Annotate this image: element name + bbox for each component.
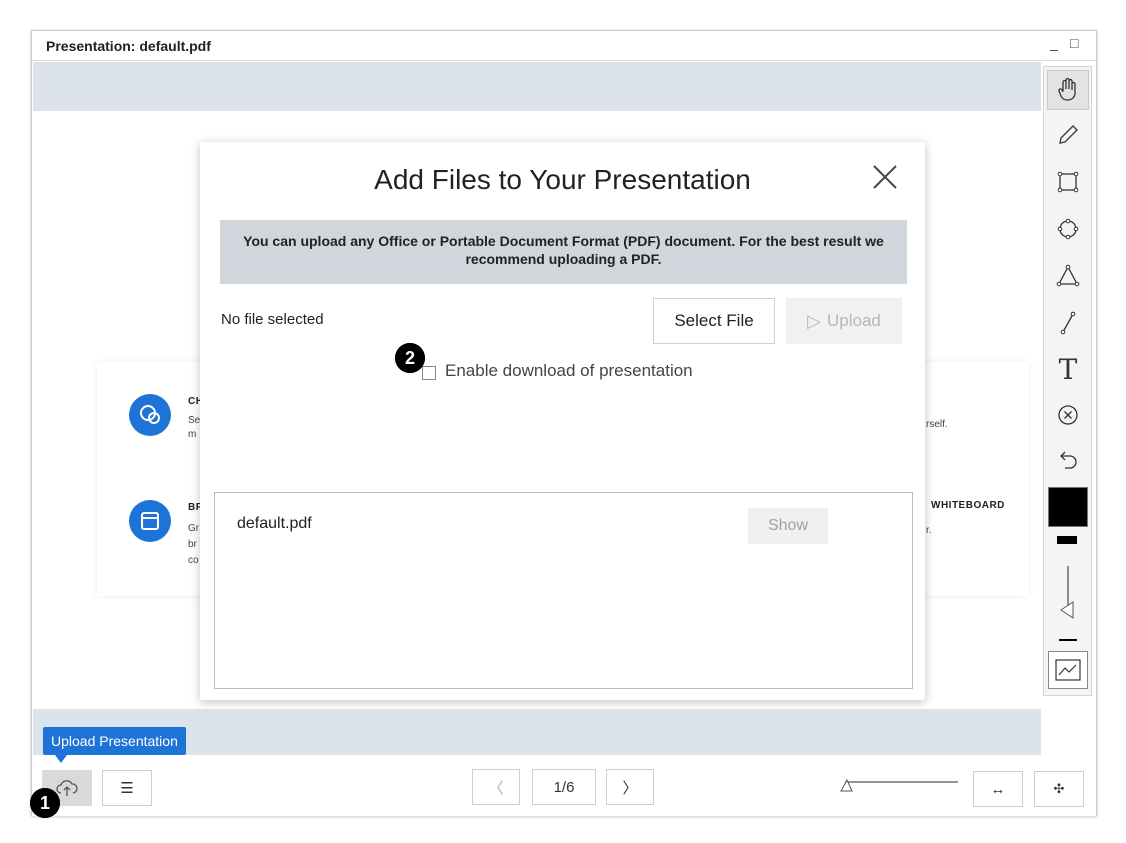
show-file-button[interactable]: Show: [748, 508, 828, 544]
feature-text: Se: [188, 415, 201, 426]
zoom-slider[interactable]: [837, 776, 961, 796]
multi-user-icon[interactable]: [1048, 651, 1088, 689]
fit-page-button[interactable]: ✣: [1034, 771, 1084, 807]
svg-text:2: 2: [405, 348, 415, 368]
select-file-button[interactable]: Select File: [653, 298, 775, 344]
next-slide-button[interactable]: 〉: [606, 769, 654, 805]
rectangle-icon[interactable]: [1047, 162, 1089, 202]
hand-icon[interactable]: [1047, 70, 1089, 110]
upload-button-label: Upload: [826, 311, 881, 330]
page-indicator[interactable]: 1/6: [532, 769, 596, 805]
step-marker-1: 1: [30, 788, 60, 818]
feature-text: m: [188, 429, 197, 440]
feature-text: rself.: [926, 419, 948, 430]
uploaded-file-list: default.pdf Show: [214, 492, 913, 689]
annotation-toolbar: T: [1043, 66, 1092, 696]
file-name: default.pdf: [237, 515, 312, 532]
upload-presentation-tooltip: Upload Presentation: [43, 727, 186, 755]
thickness-slider[interactable]: [1053, 562, 1083, 622]
modal-title: Add Files to Your Presentation: [374, 164, 751, 195]
window-titlebar: Presentation: default.pdf _ □: [32, 31, 1096, 61]
minimize-button[interactable]: _: [1050, 35, 1058, 51]
thickness-min-indicator: [1059, 639, 1077, 641]
window-title: Presentation: default.pdf: [46, 38, 211, 54]
upload-info-banner: You can upload any Office or Portable Do…: [220, 220, 907, 284]
upload-modal: Add Files to Your Presentation You can u…: [200, 142, 925, 700]
feature-text: co: [188, 555, 199, 566]
window-icon: [129, 500, 171, 542]
list-icon: ☰: [120, 780, 134, 797]
triangle-icon[interactable]: [1047, 256, 1089, 296]
send-icon: ▷: [807, 310, 821, 331]
text-icon[interactable]: T: [1047, 349, 1089, 389]
line-icon[interactable]: [1047, 303, 1089, 343]
clear-icon[interactable]: [1047, 395, 1089, 435]
upload-button[interactable]: ▷ Upload: [786, 298, 902, 344]
fit-width-button[interactable]: ↔: [973, 771, 1023, 807]
file-status-text: No file selected: [221, 311, 324, 328]
feature-text: Gr: [188, 523, 200, 534]
feature-title: WHITEBOARD: [931, 500, 1005, 511]
maximize-button[interactable]: □: [1070, 35, 1078, 51]
svg-text:1: 1: [40, 793, 50, 813]
close-icon[interactable]: [870, 156, 900, 201]
chat-icon: [129, 394, 171, 436]
feature-text: br: [188, 539, 197, 550]
ellipse-icon[interactable]: [1047, 209, 1089, 249]
tooltip-arrow: [55, 755, 67, 763]
color-swatch[interactable]: [1048, 487, 1088, 527]
feature-text: r.: [926, 525, 932, 536]
step-marker-2: 2: [395, 343, 425, 373]
thickness-indicator: [1057, 536, 1077, 544]
undo-icon[interactable]: [1047, 440, 1089, 480]
enable-download-label: Enable download of presentation: [445, 361, 693, 380]
slide-list-button[interactable]: ☰: [102, 770, 152, 806]
pencil-icon[interactable]: [1047, 115, 1089, 155]
previous-slide-button[interactable]: 〈: [472, 769, 520, 805]
